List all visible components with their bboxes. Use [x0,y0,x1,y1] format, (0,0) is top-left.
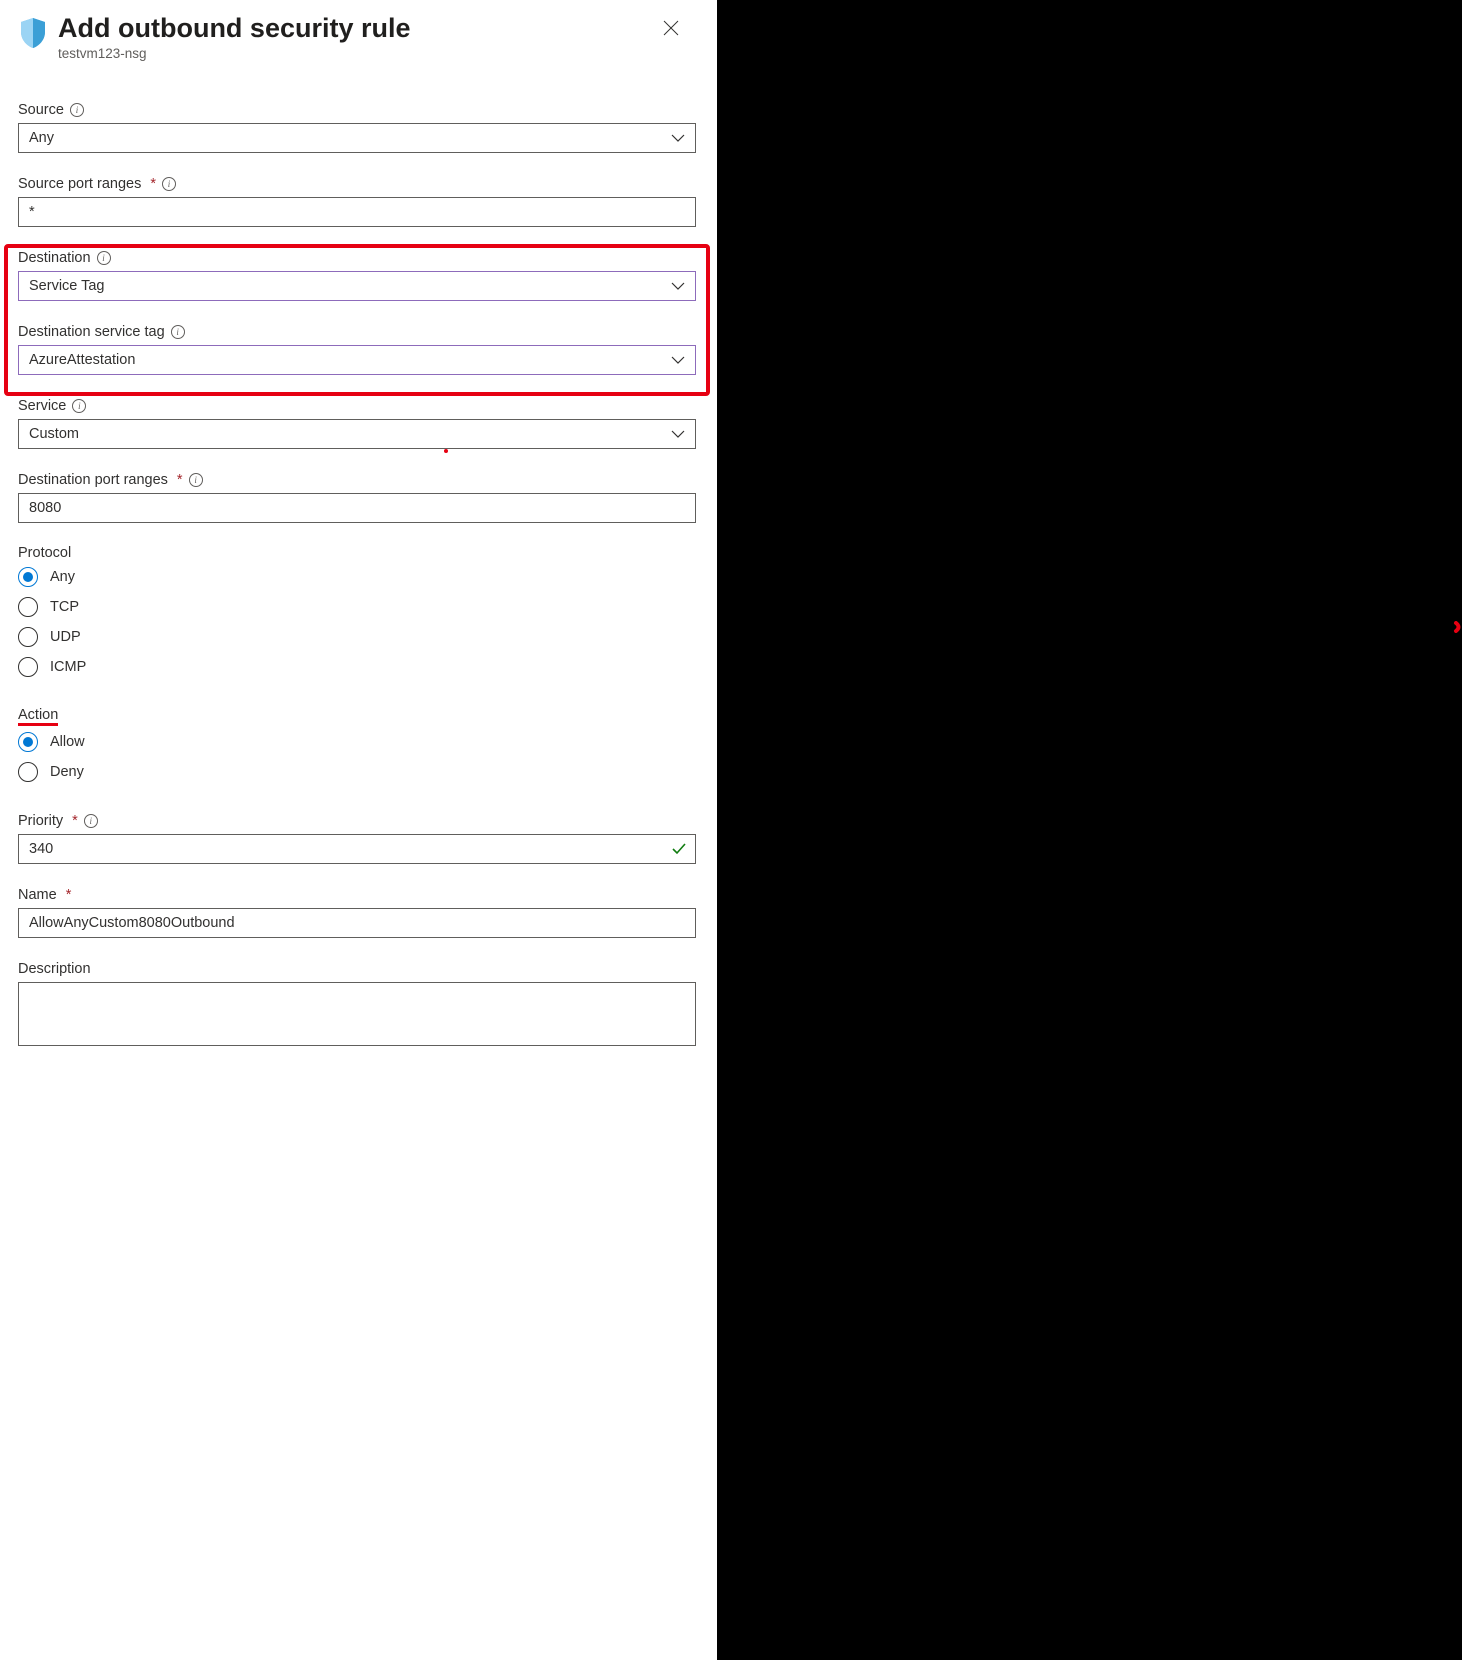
action-option-allow[interactable]: Allow [18,732,699,752]
protocol-option-udp[interactable]: UDP [18,627,699,647]
radio-icon [18,657,38,677]
field-source-port-ranges: Source port ranges* i [18,175,699,227]
shield-icon [18,16,48,50]
chevron-down-icon [671,134,685,142]
radio-icon [18,567,38,587]
field-destination-port-ranges: Destination port ranges* i [18,471,699,523]
destination-port-ranges-label: Destination port ranges* i [18,472,203,488]
source-port-ranges-label: Source port ranges* i [18,176,176,192]
blade-subtitle: testvm123-nsg [58,46,411,61]
field-source: Source i Any [18,101,699,153]
destination-service-tag-label: Destination service tag i [18,324,185,340]
close-button[interactable] [657,14,685,45]
required-indicator: * [177,472,183,488]
description-label: Description [18,961,91,977]
description-input[interactable] [18,982,696,1046]
protocol-option-icmp[interactable]: ICMP [18,657,699,677]
info-icon[interactable]: i [84,814,98,828]
priority-label: Priority* i [18,813,98,829]
checkmark-icon [672,843,686,855]
chevron-down-icon [671,430,685,438]
priority-input[interactable] [18,834,696,864]
required-indicator: * [66,887,72,903]
protocol-label: Protocol [18,545,699,561]
field-description: Description [18,960,699,1046]
field-name: Name* [18,886,699,938]
action-radio-group: Allow Deny [18,732,699,782]
info-icon[interactable]: i [72,399,86,413]
source-port-ranges-input[interactable] [18,197,696,227]
info-icon[interactable]: i [70,103,84,117]
action-label: Action [18,707,699,726]
field-action: Action Allow Deny [18,707,699,782]
security-rule-blade: Add outbound security rule testvm123-nsg… [0,0,717,1660]
name-label: Name* [18,887,71,903]
name-input[interactable] [18,908,696,938]
field-service: Service i Custom [18,397,699,449]
destination-service-tag-select[interactable]: AzureAttestation [18,345,696,375]
blade-header: Add outbound security rule testvm123-nsg [18,12,699,61]
close-icon [663,20,679,36]
annotation-dot [444,449,448,453]
info-icon[interactable]: i [97,251,111,265]
protocol-radio-group: Any TCP UDP ICMP [18,567,699,677]
required-indicator: * [150,176,156,192]
destination-select[interactable]: Service Tag [18,271,696,301]
field-protocol: Protocol Any TCP UDP ICMP [18,545,699,677]
destination-label: Destination i [18,250,111,266]
source-label: Source i [18,102,84,118]
field-priority: Priority* i [18,812,699,864]
radio-icon [18,762,38,782]
chevron-down-icon [671,282,685,290]
protocol-option-any[interactable]: Any [18,567,699,587]
annotation-stroke [1026,621,1462,633]
blade-title: Add outbound security rule [58,12,411,44]
radio-icon [18,627,38,647]
service-select[interactable]: Custom [18,419,696,449]
action-option-deny[interactable]: Deny [18,762,699,782]
info-icon[interactable]: i [162,177,176,191]
source-select[interactable]: Any [18,123,696,153]
chevron-down-icon [671,356,685,364]
radio-icon [18,597,38,617]
info-icon[interactable]: i [189,473,203,487]
destination-port-ranges-input[interactable] [18,493,696,523]
info-icon[interactable]: i [171,325,185,339]
required-indicator: * [72,813,78,829]
protocol-option-tcp[interactable]: TCP [18,597,699,617]
field-destination-service-tag: Destination service tag i AzureAttestati… [18,323,699,375]
service-label: Service i [18,398,86,414]
field-destination: Destination i Service Tag [18,249,699,301]
radio-icon [18,732,38,752]
